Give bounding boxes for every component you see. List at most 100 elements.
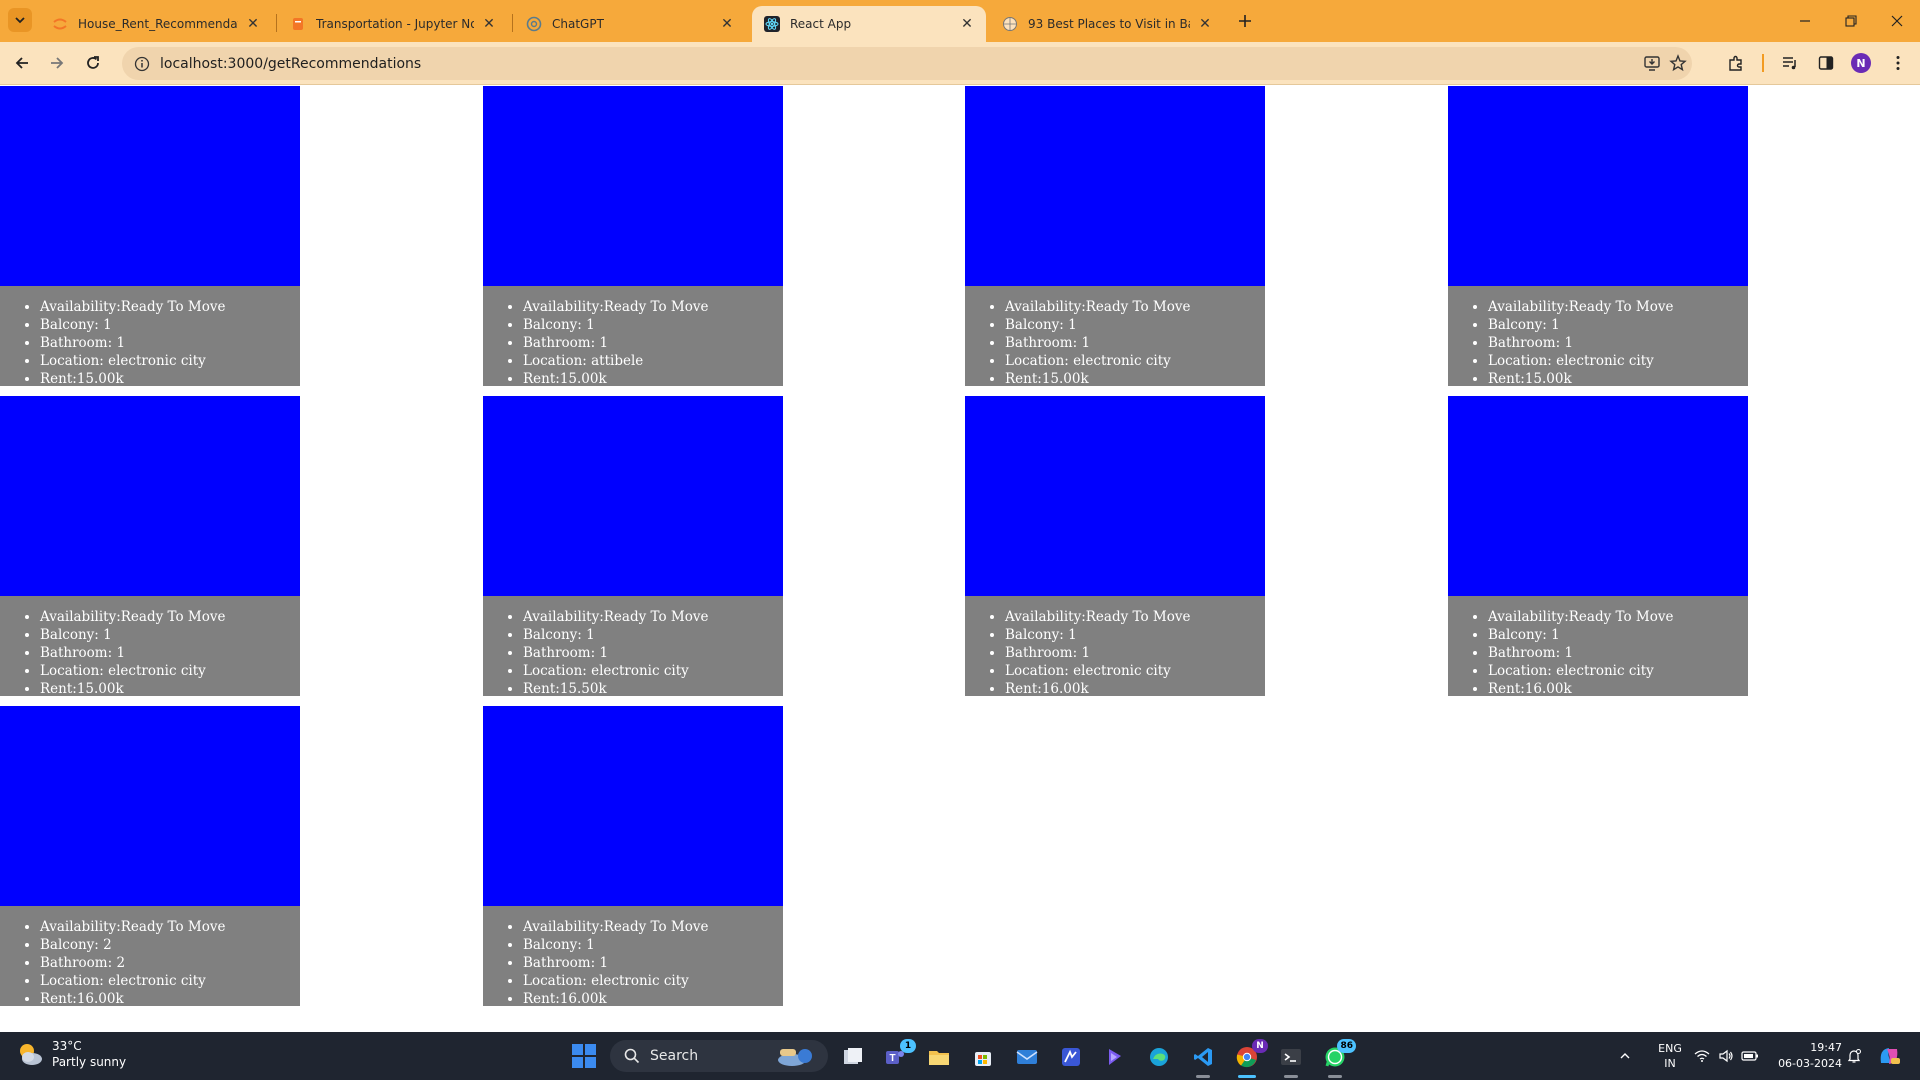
- powerapps-button[interactable]: [1056, 1042, 1086, 1072]
- back-button[interactable]: [8, 49, 36, 77]
- forward-button[interactable]: [43, 49, 71, 77]
- language-indicator[interactable]: ENG IN: [1648, 1032, 1692, 1080]
- tab-title: House_Rent_Recommendation/: [78, 17, 238, 31]
- bathroom-text: Bathroom: 1: [40, 334, 300, 352]
- reload-button[interactable]: [79, 49, 107, 77]
- tab-1[interactable]: Transportation - Jupyter Notebo ✕: [278, 6, 508, 42]
- close-icon[interactable]: ✕: [1196, 15, 1214, 33]
- rent-text: Rent:15.00k: [1005, 370, 1265, 386]
- profile-avatar[interactable]: N: [1851, 53, 1871, 73]
- clock[interactable]: 19:47 06-03-2024: [1766, 1032, 1842, 1080]
- listing-card: Availability:Ready To Move Balcony: 1 Ba…: [965, 396, 1265, 696]
- close-icon[interactable]: ✕: [480, 15, 498, 33]
- plus-icon: [1239, 15, 1251, 27]
- jupyter-icon: [52, 16, 68, 32]
- listing-details: Availability:Ready To Move Balcony: 1 Ba…: [1448, 286, 1748, 386]
- tab-3[interactable]: React App ✕: [752, 6, 986, 42]
- location-text: Location: electronic city: [523, 662, 783, 680]
- search-highlight-icon: [778, 1049, 812, 1066]
- tab-4[interactable]: 93 Best Places to Visit in Banga ✕: [990, 6, 1224, 42]
- task-view-button[interactable]: [838, 1042, 868, 1072]
- listing-details: Availability:Ready To Move Balcony: 1 Ba…: [0, 596, 300, 696]
- balcony-text: Balcony: 1: [523, 316, 783, 334]
- new-tab-button[interactable]: [1232, 8, 1258, 34]
- weather-widget[interactable]: 33°C Partly sunny: [16, 1038, 126, 1070]
- listing-image: [965, 86, 1265, 286]
- rent-text: Rent:15.00k: [40, 680, 300, 696]
- notifications-icon[interactable]: [1842, 1032, 1866, 1080]
- listing-card: Availability:Ready To Move Balcony: 1 Ba…: [0, 396, 300, 696]
- close-icon: [1891, 15, 1903, 27]
- chrome-button[interactable]: N: [1232, 1039, 1268, 1078]
- whatsapp-button[interactable]: 86: [1320, 1039, 1356, 1078]
- site-info-icon[interactable]: [128, 50, 156, 78]
- more-menu-icon[interactable]: [1884, 49, 1912, 77]
- location-text: Location: electronic city: [40, 972, 300, 990]
- start-button[interactable]: [572, 1044, 596, 1068]
- rent-text: Rent:16.00k: [523, 990, 783, 1006]
- close-icon[interactable]: ✕: [718, 15, 736, 33]
- bathroom-text: Bathroom: 2: [40, 954, 300, 972]
- tab-search-button[interactable]: [8, 8, 32, 32]
- address-bar[interactable]: localhost:3000/getRecommendations: [122, 47, 1692, 80]
- listing-image: [0, 86, 300, 286]
- balcony-text: Balcony: 1: [40, 316, 300, 334]
- toolbar-divider: [1762, 54, 1764, 72]
- show-hidden-icons-button[interactable]: [1612, 1032, 1638, 1080]
- listing-card: Availability:Ready To Move Balcony: 1 Ba…: [483, 86, 783, 386]
- edge-icon: [1150, 1048, 1168, 1066]
- rent-text: Rent:15.00k: [40, 370, 300, 386]
- balcony-text: Balcony: 2: [40, 936, 300, 954]
- listing-details: Availability:Ready To Move Balcony: 1 Ba…: [0, 286, 300, 386]
- availability-text: Availability:Ready To Move: [1005, 298, 1265, 316]
- tab-title: 93 Best Places to Visit in Banga: [1028, 17, 1190, 31]
- restore-button[interactable]: [1828, 0, 1874, 42]
- browser-toolbar: localhost:3000/getRecommendations: [0, 42, 1920, 85]
- notebook-icon: [290, 16, 306, 32]
- mail-button[interactable]: [1012, 1042, 1042, 1072]
- file-explorer-button[interactable]: [924, 1042, 954, 1072]
- bathroom-text: Bathroom: 1: [523, 644, 783, 662]
- browser-tab-strip: House_Rent_Recommendation/ ✕ Transportat…: [0, 0, 1920, 42]
- tab-0[interactable]: House_Rent_Recommendation/ ✕: [40, 6, 272, 42]
- weather-condition: Partly sunny: [52, 1055, 127, 1069]
- terminal-button[interactable]: [1276, 1042, 1306, 1078]
- availability-text: Availability:Ready To Move: [523, 298, 783, 316]
- store-button[interactable]: [968, 1042, 998, 1072]
- battery-icon[interactable]: [1738, 1032, 1762, 1080]
- url-text[interactable]: localhost:3000/getRecommendations: [160, 56, 421, 72]
- extensions-icon[interactable]: [1722, 49, 1750, 77]
- rent-text: Rent:15.00k: [1488, 370, 1748, 386]
- mail-icon: [1016, 1050, 1038, 1064]
- copilot-tray-button[interactable]: [1872, 1032, 1906, 1080]
- windows-logo-pane: [585, 1044, 596, 1055]
- partly-sunny-icon: [16, 1040, 44, 1068]
- volume-icon[interactable]: [1714, 1032, 1738, 1080]
- bathroom-text: Bathroom: 1: [523, 334, 783, 352]
- vscode-button[interactable]: [1188, 1042, 1218, 1078]
- location-text: Location: electronic city: [40, 662, 300, 680]
- copilot-button[interactable]: [1100, 1042, 1130, 1072]
- teams-button[interactable]: T 1: [880, 1039, 916, 1072]
- install-app-icon[interactable]: [1638, 49, 1666, 77]
- media-controls-icon[interactable]: [1776, 49, 1804, 77]
- close-icon[interactable]: ✕: [958, 15, 976, 33]
- tab-2[interactable]: ChatGPT ✕: [514, 6, 746, 42]
- search-placeholder: Search: [650, 1048, 699, 1064]
- wifi-icon[interactable]: [1690, 1032, 1714, 1080]
- star-icon[interactable]: [1664, 49, 1692, 77]
- location-text: Location: electronic city: [1005, 662, 1265, 680]
- running-indicator: [1196, 1075, 1210, 1078]
- close-icon[interactable]: ✕: [244, 15, 262, 33]
- weather-temperature: 33°C: [52, 1039, 82, 1053]
- balcony-text: Balcony: 1: [1005, 316, 1265, 334]
- close-window-button[interactable]: [1874, 0, 1920, 42]
- minimize-button[interactable]: [1782, 0, 1828, 42]
- notification-badge: 86: [1337, 1039, 1356, 1053]
- taskbar-search[interactable]: Search: [610, 1040, 828, 1072]
- side-panel-icon[interactable]: [1812, 49, 1840, 77]
- rent-text: Rent:15.50k: [523, 680, 783, 696]
- edge-button[interactable]: [1144, 1042, 1174, 1072]
- terminal-icon: [1281, 1049, 1301, 1065]
- listing-details: Availability:Ready To Move Balcony: 2 Ba…: [0, 906, 300, 1006]
